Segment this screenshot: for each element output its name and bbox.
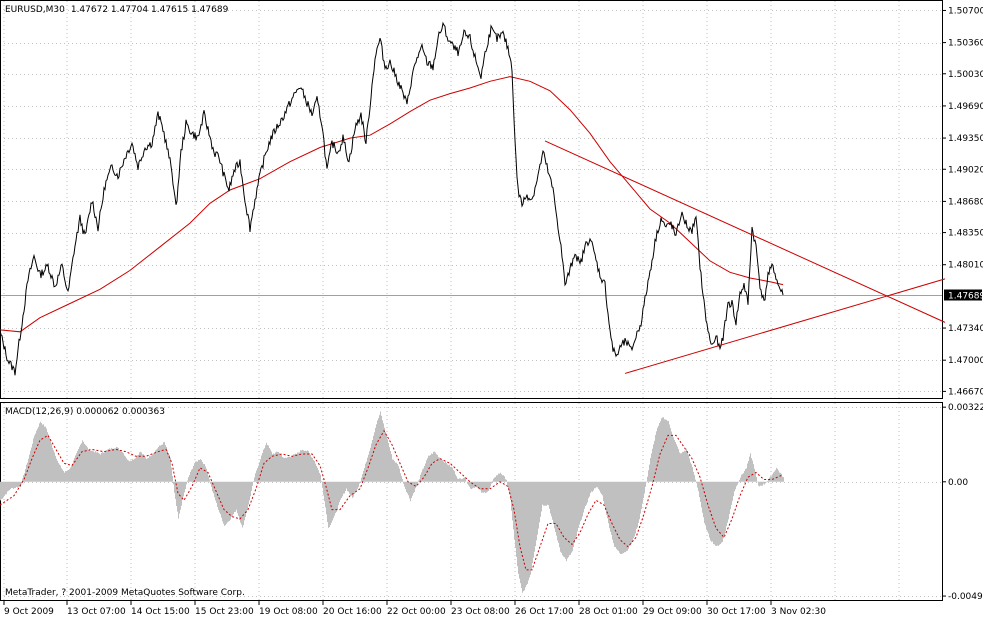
time-label: 3 Nov 02:30: [771, 607, 826, 617]
price-level-label: 1.46670: [948, 387, 983, 397]
copyright-text: MetaTrader, ? 2001-2009 MetaQuotes Softw…: [5, 588, 245, 598]
time-label: 19 Oct 08:00: [259, 607, 318, 617]
time-label: 13 Oct 07:00: [67, 607, 126, 617]
price-level-label: 1.48350: [948, 229, 983, 239]
macd-title: MACD(12,26,9) 0.000062 0.000363: [5, 407, 165, 417]
time-label: 22 Oct 00:00: [387, 607, 446, 617]
time-label: 14 Oct 15:00: [131, 607, 190, 617]
time-label: 30 Oct 17:00: [707, 607, 766, 617]
macd-level-label: 0.00322: [948, 403, 983, 413]
chart-window[interactable]: 1.50700 1.50360 1.50030 1.49690 1.49350 1.490…: [0, 0, 983, 619]
time-label: 29 Oct 09:00: [643, 607, 702, 617]
chart-title: EURUSD,M30 1.47672 1.47704 1.47615 1.4768…: [5, 5, 229, 15]
time-label: 9 Oct 2009: [4, 607, 54, 617]
current-price-label: 1.47689: [948, 292, 983, 302]
time-label: 26 Oct 17:00: [515, 607, 574, 617]
price-level-label: 1.48010: [948, 261, 983, 271]
ohlc-values: 1.47672 1.47704 1.47615 1.47689: [71, 5, 229, 15]
time-label: 28 Oct 01:00: [579, 607, 638, 617]
macd-level-label: -0.00493: [948, 592, 983, 602]
current-price-marker: 1.47689: [944, 289, 983, 302]
price-level-label: 1.47000: [948, 356, 983, 366]
symbol-timeframe: EURUSD,M30: [5, 5, 65, 15]
eurusd-chart[interactable]: 1.50700 1.50360 1.50030 1.49690 1.49350 1.490…: [0, 0, 983, 619]
price-level-label: 1.50360: [948, 39, 983, 49]
price-level-label: 1.50700: [948, 6, 983, 16]
price-level-label: 1.48680: [948, 197, 983, 207]
time-label: 15 Oct 23:00: [195, 607, 254, 617]
time-label: 23 Oct 08:00: [451, 607, 510, 617]
price-level-label: 1.49020: [948, 165, 983, 175]
price-level-label: 1.49690: [948, 102, 983, 112]
price-level-label: 1.49350: [948, 134, 983, 144]
time-label: 20 Oct 16:00: [323, 607, 382, 617]
price-level-label: 1.50030: [948, 70, 983, 80]
macd-level-label: 0.00: [948, 478, 968, 488]
chart-background: [0, 0, 983, 619]
price-level-label: 1.47340: [948, 324, 983, 334]
